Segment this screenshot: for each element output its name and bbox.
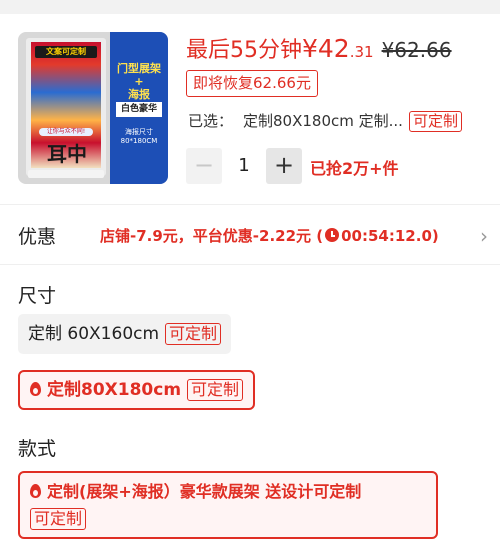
info-size: 海报尺寸 80*180CM [112,128,166,146]
flame-icon [30,484,41,498]
price-currency: ¥ [302,34,318,63]
poster-callout: 让你与众不同! [39,128,93,136]
info-title-line1: 门型展架 [117,62,161,75]
divider [0,264,500,265]
style-title: 款式 [18,438,57,460]
info-title-line2: + [134,75,144,88]
product-info-panel: 门型展架 + 海报 白色豪华 海报尺寸 80*180CM [110,32,168,184]
style-option-deluxe[interactable]: 定制(展架+海报）豪华款展架 送设计可定制 可定制 [18,471,438,539]
custom-tag: 可定制 [187,379,244,401]
quantity-decrease-button[interactable]: − [186,148,222,184]
chevron-right-icon[interactable]: › [480,224,488,248]
sold-count: 已抢2万+件 [310,159,399,178]
custom-tag: 可定制 [408,111,462,132]
size-option-60x160[interactable]: 定制 60X160cm 可定制 [18,314,232,354]
info-title-line3: 海报 [128,88,150,101]
poster-big-text: 耳中 [47,142,87,166]
poster-graphic: 文案可定制 让你与众不同! 耳中 [31,42,101,168]
info-size-value: 80*180CM [120,137,158,145]
clock-icon [325,228,340,242]
countdown-prefix: 最后55分钟 [186,38,302,63]
info-tag: 白色豪华 [116,102,162,117]
style-option-label: 定制(展架+海报）豪华款展架 送设计可定制 [47,482,362,501]
quantity-value[interactable]: 1 [228,148,260,184]
promo-timer: 00:54:12.0 [341,227,432,245]
size-option-label: 定制80X180cm [47,380,182,400]
selected-spec[interactable]: 已选： 定制80X180cm 定制... 可定制 [188,110,462,132]
custom-tag: 可定制 [30,508,87,530]
price-cents: .31 [349,43,374,61]
info-size-label: 海报尺寸 [125,128,153,136]
poster-title: 文案可定制 [35,46,97,58]
promo-row[interactable]: 店铺-7.9元，平台优惠-2.22元 ( 00:54:12.0) [100,225,439,246]
info-title: 门型展架 + 海报 [112,62,166,101]
divider [0,204,500,205]
selected-label: 已选： [188,112,234,130]
price-integer: 42 [317,34,350,63]
size-title: 尺寸 [18,285,57,307]
size-option-label: 定制 60X160cm [28,324,160,344]
restore-price-badge: 即将恢复62.66元 [186,70,318,97]
original-price: ¥62.66 [381,38,452,62]
top-strip [0,0,500,14]
custom-tag: 可定制 [165,323,222,345]
quantity-increase-button[interactable]: + [266,148,302,184]
product-image[interactable]: 文案可定制 让你与众不同! 耳中 门型展架 + 海报 白色豪华 海报尺寸 80*… [18,32,168,184]
selected-value: 定制80X180cm 定制... [243,112,403,130]
stand-base [28,170,104,178]
flame-icon [30,382,41,396]
size-option-80x180[interactable]: 定制80X180cm 可定制 [18,370,256,410]
price-line: 最后55分钟¥42.31 ¥62.66 [186,32,452,64]
promo-label: 优惠 [18,226,57,248]
promo-text: 店铺-7.9元，平台优惠-2.22元 ( [100,227,324,245]
promo-text-end: ) [431,227,439,245]
